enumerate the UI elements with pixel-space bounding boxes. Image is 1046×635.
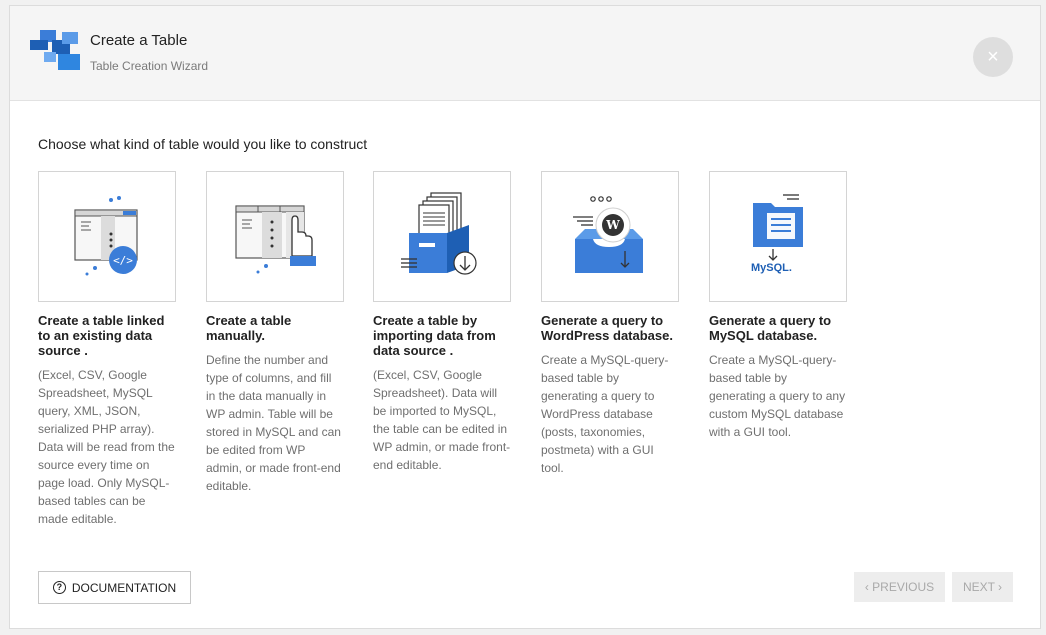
dialog-title: Create a Table [90, 32, 188, 49]
card-description: (Excel, CSV, Google Spreadsheet). Data w… [373, 368, 511, 472]
import-data-icon [401, 191, 477, 275]
card-mysql-query[interactable]: Generate a query to MySQL database. Crea… [709, 171, 847, 441]
card-wordpress-query-tile[interactable]: W [541, 171, 679, 302]
wizard-question: Choose what kind of table would you like… [38, 136, 368, 152]
svg-text:</>: </> [113, 254, 133, 267]
wizard-header: Create a Table Table Creation Wizard × [10, 6, 1040, 101]
question-circle-icon: ? [52, 581, 66, 594]
linked-table-icon: </> [74, 195, 138, 275]
mysql-logo-text: MySQL. [751, 262, 792, 274]
documentation-button[interactable]: ? DOCUMENTATION [38, 571, 191, 604]
card-description: Create a MySQL-query-based table by gene… [709, 353, 846, 439]
card-title: Create a table linked to an existing dat… [38, 313, 165, 358]
close-button[interactable]: × [973, 37, 1013, 77]
card-linked-table-tile[interactable]: </> [38, 171, 176, 302]
card-title: Create a table by importing data from da… [373, 313, 496, 358]
card-description: (Excel, CSV, Google Spreadsheet, MySQL q… [38, 368, 175, 526]
card-title: Generate a query to WordPress database. [541, 313, 673, 343]
table-wizard-dialog: Create a Table Table Creation Wizard × C… [9, 5, 1041, 629]
card-title: Generate a query to MySQL database. [709, 313, 832, 343]
card-description: Define the number and type of columns, a… [206, 353, 341, 493]
wpdatatables-logo-icon [30, 30, 80, 70]
card-linked-table[interactable]: </> Create a table linked to an existing… [38, 171, 176, 528]
card-manual-table[interactable]: Create a table manually. Define the numb… [206, 171, 344, 495]
next-button[interactable]: NEXT › [952, 572, 1013, 602]
documentation-label: DOCUMENTATION [71, 580, 177, 595]
dialog-subtitle: Table Creation Wizard [90, 59, 209, 73]
manual-table-icon [235, 204, 316, 273]
card-import-table-tile[interactable] [373, 171, 511, 302]
card-import-table[interactable]: Create a table by importing data from da… [373, 171, 511, 474]
card-title: Create a table manually. [206, 313, 292, 343]
card-manual-table-tile[interactable] [206, 171, 344, 302]
svg-text:W: W [605, 218, 620, 232]
wordpress-query-icon: W [573, 195, 643, 273]
card-wordpress-query[interactable]: W Generate a query to WordPress database… [541, 171, 679, 477]
card-mysql-query-tile[interactable] [709, 171, 847, 302]
card-description: Create a MySQL-query-based table by gene… [541, 353, 669, 475]
previous-button[interactable]: ‹ PREVIOUS [854, 572, 945, 602]
